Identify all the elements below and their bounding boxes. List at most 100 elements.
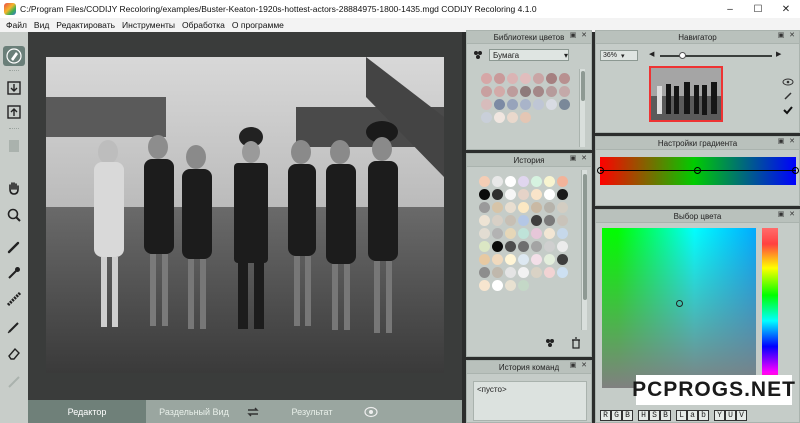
menu-tools[interactable]: Инструменты (122, 20, 175, 30)
minimize-button[interactable]: – (716, 0, 744, 18)
export-button[interactable] (3, 102, 25, 122)
color-swatch[interactable] (505, 228, 516, 239)
float-panel-button[interactable]: ▣ (777, 138, 785, 146)
menu-file[interactable]: Файл (6, 20, 27, 30)
menu-about[interactable]: О программе (232, 20, 284, 30)
color-swatch[interactable] (492, 267, 503, 278)
color-swatch[interactable] (544, 254, 555, 265)
dropper-tool-button[interactable] (3, 263, 25, 283)
apply-button[interactable] (780, 103, 796, 117)
close-panel-button[interactable]: ✕ (788, 138, 796, 146)
color-swatch[interactable] (479, 280, 490, 291)
color-swatch[interactable] (481, 99, 492, 110)
color-swatch[interactable] (505, 254, 516, 265)
color-swatch[interactable] (531, 228, 542, 239)
color-swatch[interactable] (531, 215, 542, 226)
color-swatch[interactable] (479, 228, 490, 239)
float-panel-button[interactable]: ▣ (777, 32, 785, 40)
tab-editor[interactable]: Редактор (28, 400, 146, 423)
zoom-slider-knob[interactable] (679, 52, 687, 59)
color-swatch[interactable] (505, 241, 516, 252)
color-swatch[interactable] (507, 99, 518, 110)
line-tool-button[interactable] (3, 372, 25, 392)
disabled-tool-button[interactable] (3, 136, 25, 156)
pattern-tool-button[interactable] (3, 289, 25, 309)
color-swatch[interactable] (518, 241, 529, 252)
color-swatch[interactable] (544, 176, 555, 187)
color-swatch[interactable] (544, 228, 555, 239)
color-swatch[interactable] (520, 112, 531, 123)
menu-view[interactable]: Вид (34, 20, 49, 30)
color-swatch[interactable] (559, 86, 570, 97)
menu-edit[interactable]: Редактировать (56, 20, 115, 30)
color-swatch[interactable] (481, 86, 492, 97)
color-swatch[interactable] (557, 267, 568, 278)
zoom-tool-button[interactable] (3, 205, 25, 225)
color-swatch[interactable] (507, 73, 518, 84)
gradient-stop-end[interactable] (792, 167, 799, 174)
history-people-button[interactable] (545, 338, 555, 350)
color-swatch[interactable] (518, 215, 529, 226)
color-swatch[interactable] (544, 241, 555, 252)
pen-button[interactable] (780, 89, 796, 103)
swap-view-button[interactable] (242, 400, 264, 423)
delete-button[interactable] (571, 337, 581, 351)
color-swatch[interactable] (531, 254, 542, 265)
color-swatch[interactable] (559, 99, 570, 110)
mode-hsb[interactable]: H S B (638, 410, 671, 421)
color-swatch[interactable] (557, 176, 568, 187)
color-swatch[interactable] (533, 73, 544, 84)
color-swatch[interactable] (557, 228, 568, 239)
color-swatch[interactable] (492, 254, 503, 265)
mode-lab[interactable]: L a b (676, 410, 709, 421)
close-panel-button[interactable]: ✕ (580, 155, 588, 163)
color-swatch[interactable] (559, 73, 570, 84)
color-swatch[interactable] (557, 189, 568, 200)
color-swatch[interactable] (481, 73, 492, 84)
tab-result[interactable]: Результат (264, 400, 360, 423)
color-swatch[interactable] (492, 241, 503, 252)
color-swatch[interactable] (492, 189, 503, 200)
color-swatch[interactable] (544, 267, 555, 278)
color-swatch[interactable] (481, 112, 492, 123)
color-swatch[interactable] (494, 99, 505, 110)
color-swatch[interactable] (518, 254, 529, 265)
navigator-thumbnail[interactable] (649, 66, 723, 122)
color-swatch[interactable] (479, 189, 490, 200)
tab-split-view[interactable]: Раздельный Вид (146, 400, 242, 423)
color-swatch[interactable] (492, 228, 503, 239)
command-list[interactable]: <пусто> (473, 381, 587, 421)
color-swatch[interactable] (520, 86, 531, 97)
saturation-value-field[interactable] (602, 228, 756, 388)
color-swatch[interactable] (520, 99, 531, 110)
color-swatch[interactable] (479, 241, 490, 252)
color-swatch[interactable] (479, 254, 490, 265)
maximize-button[interactable]: ☐ (744, 0, 772, 18)
color-swatch[interactable] (505, 202, 516, 213)
color-swatch[interactable] (518, 228, 529, 239)
color-swatch[interactable] (557, 254, 568, 265)
mode-rgb[interactable]: R G B (600, 410, 633, 421)
zoom-slider[interactable] (660, 55, 772, 57)
color-swatch[interactable] (546, 73, 557, 84)
color-swatch[interactable] (518, 267, 529, 278)
color-swatch[interactable] (494, 86, 505, 97)
color-swatch[interactable] (518, 202, 529, 213)
color-swatch[interactable] (520, 73, 531, 84)
import-button[interactable] (3, 78, 25, 98)
library-scrollbar[interactable] (579, 69, 585, 147)
photo-image[interactable] (46, 57, 444, 373)
color-swatch[interactable] (492, 215, 503, 226)
color-swatch[interactable] (505, 176, 516, 187)
close-panel-button[interactable]: ✕ (788, 211, 796, 219)
eye-button[interactable] (780, 75, 796, 89)
color-swatch[interactable] (479, 176, 490, 187)
gradient-stop-start[interactable] (597, 167, 604, 174)
color-swatch[interactable] (505, 215, 516, 226)
float-panel-button[interactable]: ▣ (777, 211, 785, 219)
zoom-out-button[interactable]: ◀ (649, 50, 654, 58)
color-swatch[interactable] (531, 241, 542, 252)
float-panel-button[interactable]: ▣ (569, 32, 577, 40)
color-swatch[interactable] (507, 86, 518, 97)
color-swatch[interactable] (505, 267, 516, 278)
